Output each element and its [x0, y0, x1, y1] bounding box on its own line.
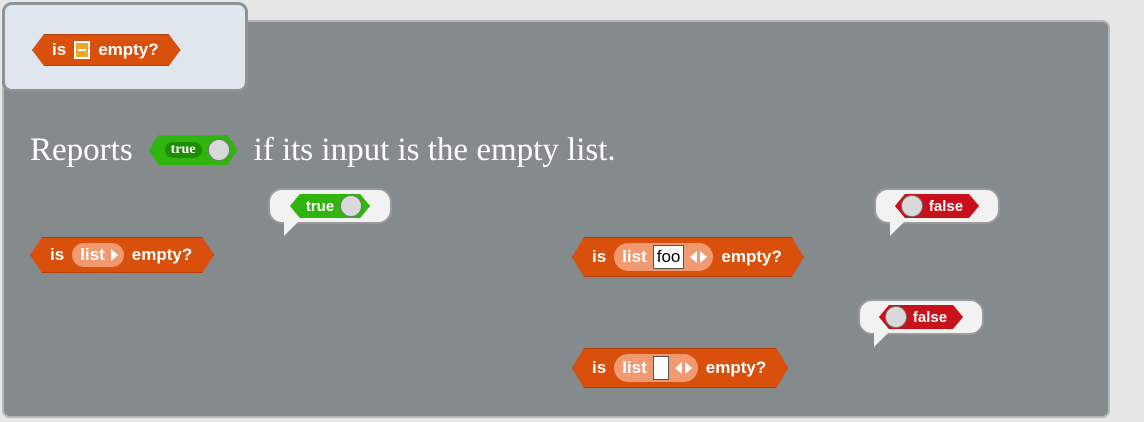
toggle-knob-icon — [340, 195, 362, 217]
description: Reports true if its input is the empty l… — [30, 130, 616, 170]
block-suffix: empty? — [131, 245, 193, 264]
arrows-icon[interactable] — [675, 362, 692, 374]
toggle-knob-icon — [885, 306, 907, 328]
toggle-knob-icon — [208, 139, 230, 161]
true-label: true — [165, 142, 202, 158]
block-prefix: is — [50, 245, 65, 264]
block-prefix: is — [52, 40, 67, 59]
block-prefix: is — [592, 247, 607, 266]
header-tab: is empty? — [2, 2, 248, 92]
false-result: false — [895, 194, 979, 218]
description-after: if its input is the empty list. — [253, 131, 616, 168]
result-bubble-false-1: false — [874, 188, 1000, 236]
list-item-slot[interactable]: foo — [653, 245, 685, 269]
is-empty-block[interactable]: is empty? — [32, 34, 181, 66]
list-label: list — [80, 245, 105, 264]
list-reporter[interactable]: list foo — [614, 243, 713, 271]
list-reporter[interactable]: list — [614, 354, 698, 382]
block-suffix: empty? — [721, 247, 782, 266]
false-result: false — [879, 305, 963, 329]
example-block-1[interactable]: is list empty? — [30, 237, 214, 273]
example-block-2[interactable]: is list foo empty? — [572, 237, 804, 277]
result-bubble-false-2: false — [858, 299, 984, 347]
example-block-3[interactable]: is list empty? — [572, 348, 788, 388]
list-label: list — [622, 247, 647, 266]
list-reporter[interactable]: list — [72, 243, 124, 267]
block-prefix: is — [592, 358, 607, 377]
toggle-knob-icon — [901, 195, 923, 217]
list-icon — [74, 41, 90, 59]
block-suffix: empty? — [98, 40, 159, 59]
arrows-icon[interactable] — [690, 251, 707, 263]
result-bubble-true: true — [268, 188, 392, 236]
true-result: true — [290, 194, 370, 218]
true-result-label: true — [305, 197, 335, 215]
description-before: Reports — [30, 131, 133, 168]
list-label: list — [622, 358, 647, 377]
false-result-label: false — [928, 197, 964, 215]
true-block: true — [149, 135, 238, 165]
block-suffix: empty? — [705, 358, 767, 377]
false-result-label: false — [912, 308, 948, 326]
list-item-slot[interactable] — [653, 356, 669, 380]
